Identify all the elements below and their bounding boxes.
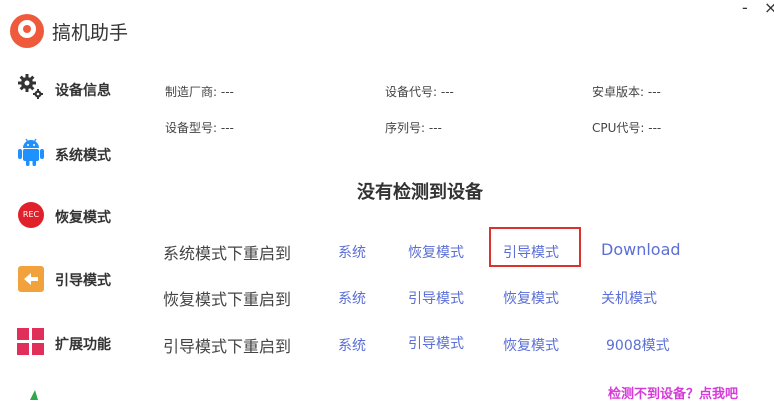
sidebar-item-label: 恢复模式 [55,210,111,226]
manufacturer-label: 制造厂商: --- [165,85,234,99]
sidebar-item-recovery-mode[interactable]: REC 恢复模式 [0,193,140,243]
reboot-bootloader-link[interactable]: 引导模式 [408,333,464,353]
reboot-recovery-link[interactable]: 恢复模式 [503,335,559,355]
system-mode-reboot-label: 系统模式下重启到 [163,244,292,263]
reboot-poweroff-link[interactable]: 关机模式 [601,288,657,308]
reboot-download-link[interactable]: Download [601,240,681,259]
partial-icon [30,390,38,400]
sidebar-item-partial[interactable] [0,382,140,400]
reboot-system-link[interactable]: 系统 [338,242,366,262]
back-arrow-icon [18,266,44,292]
sidebar-item-label: 引导模式 [55,273,111,289]
rec-icon: REC [18,202,44,228]
gears-icon [18,74,43,99]
android-icon [18,138,44,166]
app-logo [10,14,44,48]
cannot-detect-help-link[interactable]: 检测不到设备？点我吧 [608,383,738,402]
model-label: 设备型号: --- [165,121,234,135]
bootloader-mode-reboot-label: 引导模式下重启到 [163,337,292,356]
sidebar-item-label: 扩展功能 [55,337,111,353]
no-device-status: 没有检测到设备 [357,182,483,203]
reboot-system-link[interactable]: 系统 [338,288,366,308]
sidebar-item-label: 系统模式 [55,148,111,164]
sidebar-item-system-mode[interactable]: 系统模式 [0,128,140,178]
sidebar-item-device-info[interactable]: 设备信息 [0,65,140,115]
sidebar-item-label: 设备信息 [55,83,111,99]
reboot-recovery-link[interactable]: 恢复模式 [408,242,464,262]
recovery-mode-reboot-label: 恢复模式下重启到 [163,290,292,309]
sidebar-item-extensions[interactable]: 扩展功能 [0,320,140,370]
cpu-code-label: CPU代号: --- [592,121,662,135]
device-code-label: 设备代号: --- [385,85,454,99]
serial-label: 序列号: --- [385,121,442,135]
minimize-button[interactable]: - [742,0,748,17]
grid-icon [17,328,44,355]
close-button[interactable]: × [764,0,774,17]
reboot-system-link[interactable]: 系统 [338,335,366,355]
app-title: 搞机助手 [52,22,129,44]
reboot-recovery-link[interactable]: 恢复模式 [503,288,559,308]
reboot-bootloader-link[interactable]: 引导模式 [408,288,464,308]
highlight-box [489,227,581,267]
reboot-9008-link[interactable]: 9008模式 [606,335,670,355]
sidebar-item-bootloader-mode[interactable]: 引导模式 [0,258,140,308]
android-version-label: 安卓版本: --- [592,85,661,99]
